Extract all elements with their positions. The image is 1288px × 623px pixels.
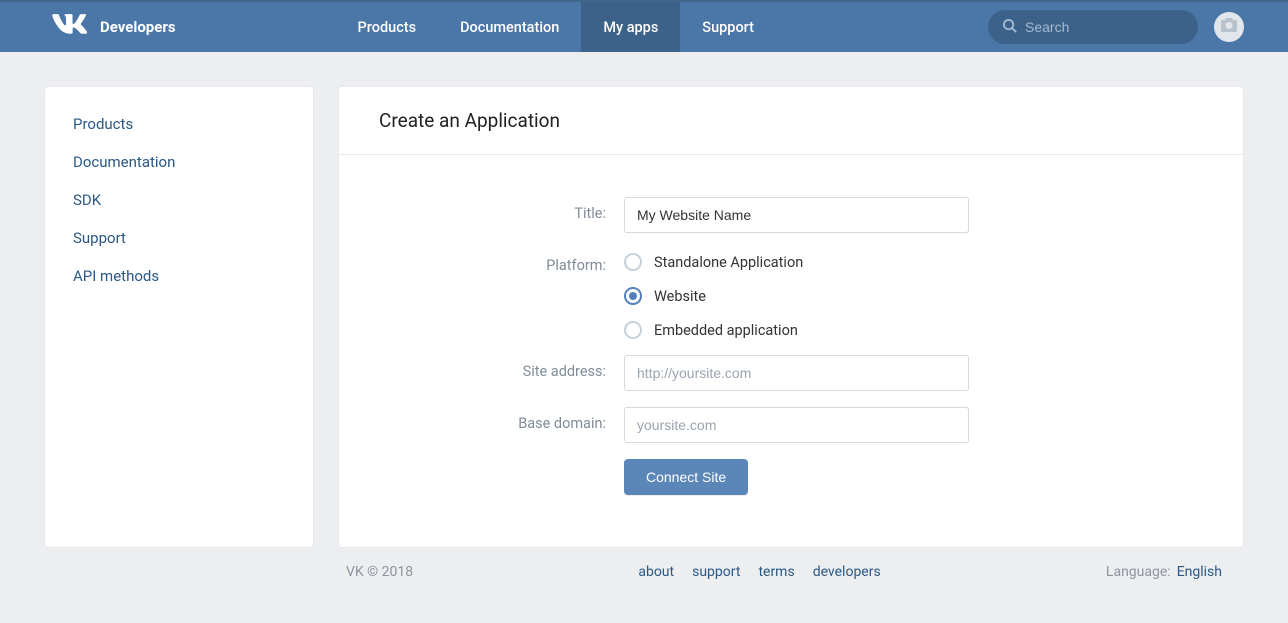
nav-support[interactable]: Support bbox=[680, 2, 776, 52]
site-address-input[interactable] bbox=[624, 355, 969, 391]
page-container: Products Documentation SDK Support API m… bbox=[44, 52, 1244, 548]
base-domain-input[interactable] bbox=[624, 407, 969, 443]
title-input[interactable] bbox=[624, 197, 969, 233]
nav-documentation[interactable]: Documentation bbox=[438, 2, 581, 52]
platform-label: Platform: bbox=[339, 249, 624, 274]
radio-embedded[interactable]: Embedded application bbox=[624, 321, 969, 339]
main-panel: Create an Application Title: Platform: S… bbox=[338, 86, 1244, 548]
radio-icon bbox=[624, 287, 642, 305]
footer-link-developers[interactable]: developers bbox=[813, 564, 881, 580]
sidebar-item-sdk[interactable]: SDK bbox=[45, 181, 313, 219]
sidebar-item-support[interactable]: Support bbox=[45, 219, 313, 257]
sidebar-item-products[interactable]: Products bbox=[45, 105, 313, 143]
radio-website[interactable]: Website bbox=[624, 287, 969, 305]
avatar[interactable] bbox=[1214, 12, 1244, 42]
sidebar: Products Documentation SDK Support API m… bbox=[44, 86, 314, 548]
search-box[interactable] bbox=[988, 10, 1198, 44]
page-title: Create an Application bbox=[379, 109, 1203, 132]
platform-radio-group: Standalone Application Website Embedded … bbox=[624, 249, 969, 339]
search-icon bbox=[1002, 18, 1017, 37]
footer-links: about support terms developers bbox=[638, 564, 880, 580]
camera-icon bbox=[1221, 18, 1237, 36]
radio-standalone[interactable]: Standalone Application bbox=[624, 253, 969, 271]
radio-label: Website bbox=[654, 288, 706, 305]
footer-link-support[interactable]: support bbox=[692, 564, 740, 580]
connect-site-button[interactable]: Connect Site bbox=[624, 459, 748, 495]
footer-copyright: VK © 2018 bbox=[346, 564, 413, 580]
footer: VK © 2018 about support terms developers… bbox=[334, 548, 1234, 580]
top-header: Developers Products Documentation My app… bbox=[0, 0, 1288, 52]
nav-products[interactable]: Products bbox=[336, 2, 439, 52]
footer-language-label: Language: bbox=[1106, 564, 1171, 580]
brand-title: Developers bbox=[100, 18, 176, 36]
sidebar-item-documentation[interactable]: Documentation bbox=[45, 143, 313, 181]
radio-label: Standalone Application bbox=[654, 254, 803, 271]
radio-label: Embedded application bbox=[654, 322, 798, 339]
main-header: Create an Application bbox=[339, 87, 1243, 155]
sidebar-item-api-methods[interactable]: API methods bbox=[45, 257, 313, 295]
nav-my-apps[interactable]: My apps bbox=[581, 2, 680, 52]
vk-logo-icon bbox=[52, 14, 88, 40]
footer-link-terms[interactable]: terms bbox=[758, 564, 794, 580]
title-label: Title: bbox=[339, 197, 624, 222]
brand[interactable]: Developers bbox=[52, 14, 176, 40]
top-nav: Products Documentation My apps Support bbox=[336, 2, 776, 52]
create-app-form: Title: Platform: Standalone Application … bbox=[339, 155, 1243, 547]
radio-icon bbox=[624, 253, 642, 271]
site-address-label: Site address: bbox=[339, 355, 624, 380]
base-domain-label: Base domain: bbox=[339, 407, 624, 432]
footer-link-about[interactable]: about bbox=[638, 564, 674, 580]
search-input[interactable] bbox=[1025, 19, 1184, 35]
radio-icon bbox=[624, 321, 642, 339]
footer-language-value[interactable]: English bbox=[1177, 564, 1222, 580]
